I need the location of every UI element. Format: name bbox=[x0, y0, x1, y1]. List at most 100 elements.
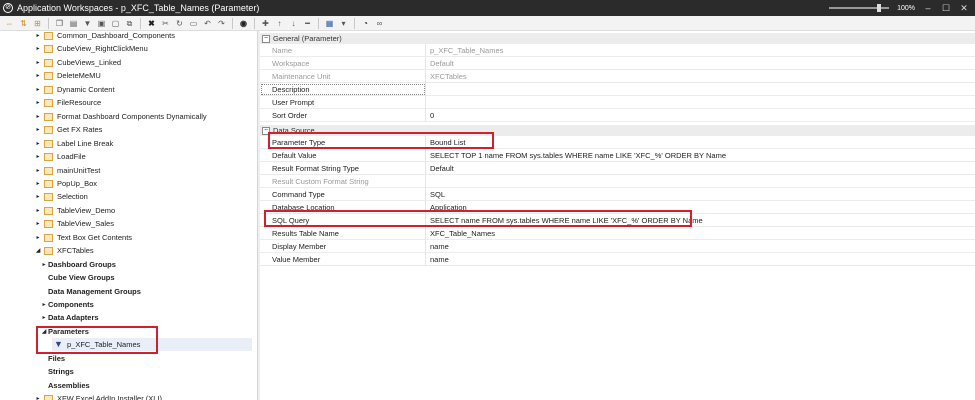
property-row[interactable]: Results Table Name XFC_Table_Names bbox=[260, 226, 975, 240]
property-value[interactable] bbox=[426, 96, 430, 109]
property-row[interactable]: Sort Order 0 bbox=[260, 108, 975, 122]
expand-arrow-icon[interactable]: ▸ bbox=[34, 126, 42, 133]
run-icon[interactable]: ◔ bbox=[360, 18, 371, 29]
expand-arrow-icon[interactable]: ▸ bbox=[34, 180, 42, 187]
property-row[interactable]: Parameter Type Bound List bbox=[260, 135, 975, 149]
expand-arrow-icon[interactable]: ▸ bbox=[34, 59, 42, 66]
expand-icon[interactable]: ⇔ bbox=[4, 18, 15, 29]
expand-arrow-icon[interactable]: ▸ bbox=[34, 167, 42, 174]
property-row[interactable]: Command Type SQL bbox=[260, 187, 975, 201]
property-row[interactable]: Name p_XFC_Table_Names bbox=[260, 43, 975, 57]
property-row[interactable]: Result Format String Type Default bbox=[260, 161, 975, 175]
save-icon[interactable]: ▭ bbox=[188, 18, 199, 29]
tree-item[interactable]: ▸ LoadFile bbox=[34, 150, 85, 163]
property-row[interactable]: Display Member name bbox=[260, 239, 975, 253]
expand-arrow-icon[interactable]: ▸ bbox=[34, 234, 42, 241]
close-icon[interactable]: ✕ bbox=[959, 0, 969, 16]
maximize-icon[interactable]: ☐ bbox=[941, 0, 951, 16]
tree-item-dashboard-groups[interactable]: ▸ Dashboard Groups bbox=[40, 258, 115, 271]
collapse-toggle-icon[interactable]: − bbox=[262, 34, 270, 43]
expand-arrow-icon[interactable]: ▸ bbox=[34, 113, 42, 120]
expand-arrow-icon[interactable]: ▸ bbox=[40, 301, 48, 308]
sort-icon[interactable]: ⇅ bbox=[18, 18, 29, 29]
tree-item-strings[interactable]: Strings bbox=[40, 365, 74, 378]
property-value[interactable]: name bbox=[426, 240, 449, 253]
property-row[interactable]: Result Custom Format String bbox=[260, 174, 975, 188]
tree-item[interactable]: ▸ CubeView_RightClickMenu bbox=[34, 42, 147, 55]
tree-item[interactable]: ▸ Format Dashboard Components Dynamically bbox=[34, 110, 206, 123]
property-row[interactable]: SQL Query SELECT name FROM sys.tables WHE… bbox=[260, 213, 975, 227]
tree-item[interactable]: ▸ FileResource bbox=[34, 96, 101, 109]
collapse-arrow-icon[interactable]: ◢ bbox=[34, 247, 42, 254]
expand-arrow-icon[interactable]: ▸ bbox=[34, 395, 42, 400]
tree-item[interactable]: ▸ TableView_Sales bbox=[34, 217, 114, 230]
property-value[interactable]: XFC_Table_Names bbox=[426, 227, 495, 240]
refresh-icon[interactable]: ↻ bbox=[174, 18, 185, 29]
window-icon[interactable]: ⧉ bbox=[124, 18, 135, 29]
redo-icon[interactable]: ↷ bbox=[216, 18, 227, 29]
property-value[interactable]: 0 bbox=[426, 109, 434, 122]
move-up-icon[interactable]: ↑ bbox=[274, 18, 285, 29]
collapse-arrow-icon[interactable]: ◢ bbox=[40, 328, 48, 335]
tree-item-data-management-groups[interactable]: Data Management Groups bbox=[40, 285, 141, 298]
tree-item[interactable]: ▸ Label Line Break bbox=[34, 137, 113, 150]
property-value[interactable]: Default bbox=[426, 162, 454, 175]
undo-icon[interactable]: ↶ bbox=[202, 18, 213, 29]
filter-icon[interactable]: ▼ bbox=[82, 18, 93, 29]
property-row[interactable]: Workspace Default bbox=[260, 56, 975, 70]
category-data-source[interactable]: − Data Source bbox=[260, 125, 975, 136]
property-value[interactable]: SQL bbox=[426, 188, 445, 201]
tree-item[interactable]: ▸ Get FX Rates bbox=[34, 123, 102, 136]
dropdown-icon[interactable]: ▾ bbox=[338, 18, 349, 29]
tree-item[interactable]: ▸ Common_Dashboard_Components bbox=[34, 31, 175, 42]
zoom-slider-thumb[interactable] bbox=[877, 4, 882, 12]
property-row[interactable]: Default Value SELECT TOP 1 name FROM sys.… bbox=[260, 148, 975, 162]
expand-arrow-icon[interactable]: ▸ bbox=[34, 153, 42, 160]
tree-item[interactable]: ▸ XFW Excel AddIn Installer (XLI) bbox=[34, 392, 162, 400]
expand-arrow-icon[interactable]: ▸ bbox=[34, 140, 42, 147]
property-row[interactable]: Description bbox=[260, 82, 975, 96]
tree-item-parameters[interactable]: ◢ Parameters bbox=[40, 325, 89, 338]
property-value[interactable]: SELECT name FROM sys.tables WHERE name L… bbox=[426, 214, 703, 227]
property-value[interactable] bbox=[426, 83, 430, 96]
property-row[interactable]: Maintenance Unit XFCTables bbox=[260, 69, 975, 83]
delete-icon[interactable]: ✖ bbox=[146, 18, 157, 29]
tree-item[interactable]: ▸ Dynamic Content bbox=[34, 83, 114, 96]
link-icon[interactable]: ∞ bbox=[374, 18, 385, 29]
tree-item-cube-view-groups[interactable]: Cube View Groups bbox=[40, 271, 115, 284]
collapse-toggle-icon[interactable]: − bbox=[262, 126, 270, 135]
remove-icon[interactable]: ━ bbox=[302, 18, 313, 29]
tree-item-assemblies[interactable]: Assemblies bbox=[40, 379, 90, 392]
expand-arrow-icon[interactable]: ▸ bbox=[40, 261, 48, 268]
search-icon[interactable]: ◉ bbox=[238, 18, 249, 29]
paste-icon[interactable]: ▤ bbox=[68, 18, 79, 29]
expand-arrow-icon[interactable]: ▸ bbox=[34, 32, 42, 39]
expand-arrow-icon[interactable]: ▸ bbox=[34, 86, 42, 93]
expand-arrow-icon[interactable]: ▸ bbox=[34, 220, 42, 227]
tree-item[interactable]: ▸ CubeViews_Linked bbox=[34, 56, 121, 69]
expand-arrow-icon[interactable]: ▸ bbox=[34, 207, 42, 214]
expand-arrow-icon[interactable]: ▸ bbox=[34, 99, 42, 106]
tree-item-components[interactable]: ▸ Components bbox=[40, 298, 93, 311]
tree-item[interactable]: ▸ Selection bbox=[34, 190, 87, 203]
tree-item[interactable]: ▸ PopUp_Box bbox=[34, 177, 97, 190]
property-value[interactable]: Bound List bbox=[426, 136, 465, 149]
property-row[interactable]: Value Member name bbox=[260, 252, 975, 266]
expand-arrow-icon[interactable]: ▸ bbox=[34, 193, 42, 200]
move-down-icon[interactable]: ↓ bbox=[288, 18, 299, 29]
copy-icon[interactable]: ❐ bbox=[54, 18, 65, 29]
add-icon[interactable]: ✚ bbox=[260, 18, 271, 29]
tree-item[interactable]: ◢ XFCTables bbox=[34, 244, 94, 257]
tree-item-data-adapters[interactable]: ▸ Data Adapters bbox=[40, 311, 98, 324]
page-icon[interactable]: ▢ bbox=[110, 18, 121, 29]
category-general[interactable]: − General (Parameter) bbox=[260, 33, 975, 44]
document-icon[interactable]: ▦ bbox=[324, 18, 335, 29]
expand-arrow-icon[interactable]: ▸ bbox=[34, 72, 42, 79]
tree-item[interactable]: ▸ Text Box Get Contents bbox=[34, 231, 132, 244]
tree-item[interactable]: ▸ TableView_Demo bbox=[34, 204, 115, 217]
property-row[interactable]: Database Location Application bbox=[260, 200, 975, 214]
expand-arrow-icon[interactable]: ▸ bbox=[34, 45, 42, 52]
tree-item[interactable]: ▸ mainUnitTest bbox=[34, 164, 100, 177]
property-value[interactable]: SELECT TOP 1 name FROM sys.tables WHERE … bbox=[426, 149, 726, 162]
view-icon[interactable]: ▣ bbox=[96, 18, 107, 29]
